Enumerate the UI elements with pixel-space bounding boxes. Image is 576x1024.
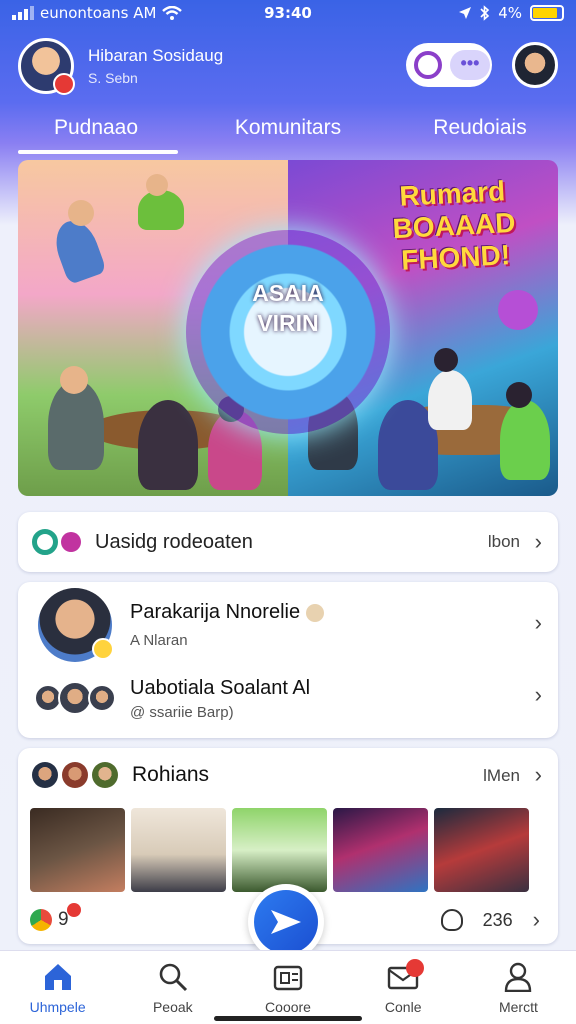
tab-pudnaao[interactable]: Pudnaao: [0, 108, 192, 154]
nav-mail[interactable]: Conle: [346, 951, 461, 1024]
photo-thumbnail[interactable]: [434, 808, 529, 892]
tab-reudoiais[interactable]: Reudoiais: [384, 108, 576, 154]
moments-title: Rohians: [132, 763, 210, 786]
chevron-right-icon[interactable]: ›: [535, 762, 542, 788]
chevron-right-icon[interactable]: ›: [533, 907, 540, 933]
home-icon: [42, 961, 74, 993]
person-illustration: [428, 370, 472, 430]
avatar: [88, 683, 116, 712]
person-head: [60, 366, 88, 394]
group-name: Uabotiala Soalant Al: [130, 677, 311, 699]
bluetooth-icon: [480, 5, 490, 21]
person-head: [506, 382, 532, 408]
tab-bar: Pudnaao Komunitars Reudoiais: [0, 108, 576, 154]
wheel-label: ASAIA VIRIN: [252, 280, 324, 336]
app-logo-icon: [32, 529, 81, 555]
search-pill[interactable]: •••: [406, 43, 492, 87]
nav-label: Conle: [384, 999, 422, 1015]
recommendation-link[interactable]: lbon: [488, 532, 520, 552]
bottom-nav: Uhmpele Peoak Cooore Conle Merctt: [0, 950, 576, 1024]
create-icon: [273, 961, 303, 993]
browser-icon[interactable]: [30, 909, 52, 931]
moments-link[interactable]: lMen: [483, 766, 520, 786]
header: Hibaran Sosidaug S. Sebn •••: [18, 38, 558, 95]
person-icon[interactable]: [440, 909, 463, 931]
avatar: [58, 680, 92, 715]
avatar[interactable]: [18, 38, 75, 95]
person-illustration: [138, 400, 198, 490]
nav-label: Merctt: [498, 999, 538, 1015]
group-subtitle: @ ssariie Barp): [130, 704, 234, 721]
person-head: [434, 348, 458, 372]
nav-label: Uhmpele: [29, 999, 86, 1015]
avatar: [92, 762, 118, 788]
nav-search[interactable]: Peoak: [115, 951, 230, 1024]
person-illustration: [500, 400, 550, 480]
notification-badge: [53, 73, 75, 95]
friend-name: Parakarija Nnorelie: [130, 601, 324, 624]
nav-label: Peoak: [152, 999, 193, 1015]
mascot-illustration: [498, 290, 538, 330]
profile-avatar[interactable]: [512, 42, 558, 88]
battery-percent: 4%: [498, 4, 522, 22]
send-fab-button[interactable]: [248, 884, 324, 960]
more-icon[interactable]: •••: [450, 50, 490, 80]
kid-head-2: [146, 174, 168, 196]
send-icon: [254, 890, 318, 954]
notification-badge: [66, 903, 81, 917]
avatar: [32, 762, 58, 788]
search-icon[interactable]: [414, 51, 442, 79]
group-avatars[interactable]: [34, 680, 118, 715]
list-item[interactable]: Uabotiala Soalant Al @ ssariie Barp) ›: [18, 674, 558, 724]
recommendation-card[interactable]: Uasidg rodeoaten lbon ›: [18, 512, 558, 572]
location-icon: [459, 7, 472, 19]
photo-thumbnail[interactable]: [232, 808, 327, 892]
signal-icon: [12, 6, 34, 20]
banner-title: Rumard BOAAAD FHOND!: [391, 175, 517, 276]
friend-subtitle: A Nlaran: [130, 632, 188, 649]
nav-create[interactable]: Cooore: [230, 951, 345, 1024]
chevron-right-icon[interactable]: ›: [535, 682, 542, 708]
profile-icon: [504, 961, 532, 993]
smile-emoji-icon: [305, 603, 324, 622]
nav-label: Cooore: [265, 999, 311, 1015]
nav-profile[interactable]: Merctt: [461, 951, 576, 1024]
chevron-right-icon[interactable]: ›: [535, 529, 542, 555]
wifi-icon: [162, 6, 183, 20]
list-item[interactable]: Parakarija Nnorelie A Nlaran ›: [18, 588, 558, 662]
friend-avatar[interactable]: [38, 588, 114, 662]
battery-icon: [530, 5, 564, 21]
chevron-right-icon[interactable]: ›: [535, 610, 542, 636]
user-name: Hibaran Sosidaug: [88, 46, 224, 65]
kid-head: [68, 200, 94, 226]
hero-banner[interactable]: Rumard BOAAAD FHOND! ASAIA VIRIN: [18, 160, 558, 496]
search-icon: [158, 961, 188, 993]
emoji-icon: [92, 638, 114, 660]
photo-thumbnail[interactable]: [131, 808, 226, 892]
photo-thumbnail[interactable]: [30, 808, 125, 892]
tab-komunitars[interactable]: Komunitars: [192, 108, 384, 154]
friends-card: Parakarija Nnorelie A Nlaran › Uabotiala…: [18, 582, 558, 738]
status-bar: eunontoans AM 93:40 4%: [0, 0, 576, 26]
moments-right-count: 236: [482, 909, 513, 930]
nav-home[interactable]: Uhmpele: [0, 951, 115, 1024]
home-indicator: [214, 1016, 362, 1021]
avatar: [62, 762, 88, 788]
user-subtitle: S. Sebn: [88, 70, 138, 86]
flying-kid-2-illustration: [138, 190, 184, 230]
notification-badge: [405, 959, 424, 977]
photo-thumbnail[interactable]: [333, 808, 428, 892]
carrier-text: eunontoans AM: [40, 4, 157, 22]
photo-strip: [30, 808, 529, 892]
moments-count: 9: [58, 903, 81, 931]
recommendation-title: Uasidg rodeoaten: [95, 530, 253, 553]
